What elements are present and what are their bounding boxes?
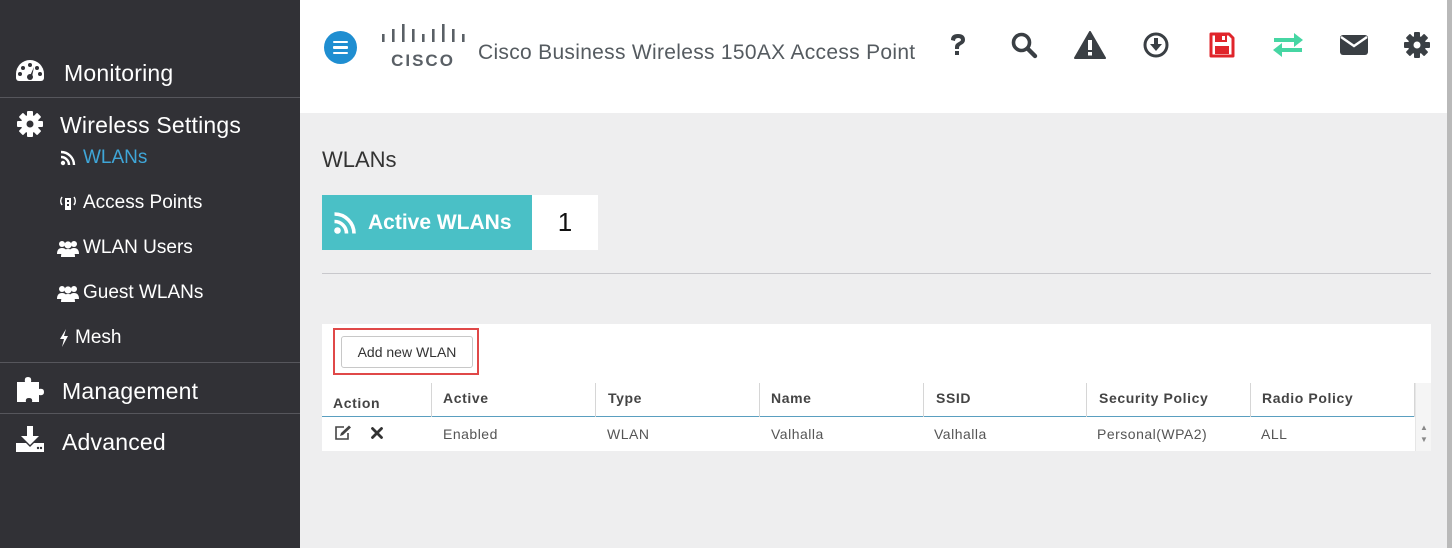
mail-icon[interactable] xyxy=(1338,30,1370,60)
sidebar-item-wlan-users[interactable]: WLAN Users xyxy=(57,237,193,259)
nav-management-label: Management xyxy=(62,378,199,404)
main-content: WLANs Active WLANs 1 Add new WLAN Action… xyxy=(300,113,1452,548)
sidebar-divider xyxy=(0,362,300,363)
column-separator xyxy=(1086,383,1087,417)
gear-icon xyxy=(14,108,46,140)
column-separator xyxy=(759,383,760,417)
column-separator xyxy=(1250,383,1251,417)
nav-advanced-label: Advanced xyxy=(62,429,166,455)
nav-wireless-settings[interactable]: Wireless Settings xyxy=(0,108,300,142)
help-icon[interactable] xyxy=(942,30,974,60)
column-header-type[interactable]: Type xyxy=(608,390,642,406)
scroll-down-icon[interactable]: ▼ xyxy=(1420,435,1428,444)
cisco-logo: CISCO xyxy=(380,22,466,70)
rss-icon xyxy=(57,148,79,168)
sidebar-item-label: Mesh xyxy=(75,327,122,348)
section-divider xyxy=(322,273,1431,274)
warning-icon[interactable] xyxy=(1074,30,1106,60)
settings-icon[interactable] xyxy=(1401,30,1433,60)
column-separator xyxy=(595,383,596,417)
sidebar-item-wlans[interactable]: WLANs xyxy=(57,147,147,169)
scroll-up-icon[interactable]: ▲ xyxy=(1420,423,1428,432)
cell-active: Enabled xyxy=(443,426,498,442)
column-separator xyxy=(431,383,432,417)
nav-advanced[interactable]: Advanced xyxy=(0,424,300,458)
nav-monitoring[interactable]: Monitoring xyxy=(0,56,300,90)
sidebar-divider xyxy=(0,413,300,414)
column-header-name[interactable]: Name xyxy=(771,390,812,406)
app-title: Cisco Business Wireless 150AX Access Poi… xyxy=(478,41,916,64)
users-icon xyxy=(57,283,79,303)
puzzle-icon xyxy=(14,373,46,405)
add-new-wlan-button[interactable]: Add new WLAN xyxy=(341,336,473,368)
sidebar-item-label: Access Points xyxy=(83,192,203,213)
sidebar-item-guest-wlans[interactable]: Guest WLANs xyxy=(57,282,203,304)
sidebar-item-mesh[interactable]: Mesh xyxy=(57,327,121,349)
edit-icon[interactable] xyxy=(334,424,352,442)
table-scrollbar[interactable]: ▲ ▼ xyxy=(1415,383,1431,451)
column-header-active[interactable]: Active xyxy=(443,390,489,406)
column-header-action[interactable]: Action xyxy=(333,395,380,411)
column-separator xyxy=(923,383,924,417)
header-bar: CISCO Cisco Business Wireless 150AX Acce… xyxy=(300,0,1452,113)
users-icon xyxy=(57,238,79,258)
wlan-table-panel: Add new WLAN Action Active Type Name SSI… xyxy=(322,324,1431,451)
table-row[interactable]: Enabled WLAN Valhalla Valhalla Personal(… xyxy=(322,417,1418,450)
cell-type: WLAN xyxy=(607,426,650,442)
bolt-icon xyxy=(57,328,71,348)
sidebar-divider xyxy=(0,97,300,98)
download-icon xyxy=(14,424,46,456)
page-title: WLANs xyxy=(322,147,397,172)
cell-security-policy: Personal(WPA2) xyxy=(1097,426,1208,442)
access-point-icon xyxy=(57,193,79,213)
menu-toggle-button[interactable] xyxy=(324,31,357,64)
cell-ssid: Valhalla xyxy=(934,426,987,442)
nav-management[interactable]: Management xyxy=(0,373,300,407)
table-header: Action Active Type Name SSID Security Po… xyxy=(322,383,1431,417)
active-wlans-widget: Active WLANs 1 xyxy=(322,195,598,250)
dashboard-icon xyxy=(14,56,46,88)
active-wlans-tile: Active WLANs xyxy=(322,195,532,250)
sidebar: Monitoring Wireless Settings WLANs Acces… xyxy=(0,0,300,548)
nav-monitoring-label: Monitoring xyxy=(64,60,174,86)
sidebar-item-label: Guest WLANs xyxy=(83,282,204,303)
search-icon[interactable] xyxy=(1008,30,1040,60)
column-header-ssid[interactable]: SSID xyxy=(936,390,971,406)
sidebar-item-label: WLAN Users xyxy=(83,237,193,258)
download-circle-icon[interactable] xyxy=(1140,30,1172,60)
delete-icon[interactable] xyxy=(368,424,386,442)
active-wlans-label: Active WLANs xyxy=(368,210,512,234)
column-header-radio-policy[interactable]: Radio Policy xyxy=(1262,390,1353,406)
sidebar-item-access-points[interactable]: Access Points xyxy=(57,192,202,214)
active-wlans-count: 1 xyxy=(532,195,598,250)
cell-radio-policy: ALL xyxy=(1261,426,1288,442)
window-right-edge xyxy=(1447,0,1452,548)
sidebar-item-label: WLANs xyxy=(83,147,148,168)
save-icon[interactable] xyxy=(1206,30,1238,60)
column-header-security-policy[interactable]: Security Policy xyxy=(1099,390,1208,406)
nav-wireless-settings-label: Wireless Settings xyxy=(60,112,242,138)
cisco-logo-text: CISCO xyxy=(391,51,455,68)
cell-name: Valhalla xyxy=(771,426,824,442)
sync-icon[interactable] xyxy=(1272,30,1304,60)
rss-icon xyxy=(332,210,358,236)
